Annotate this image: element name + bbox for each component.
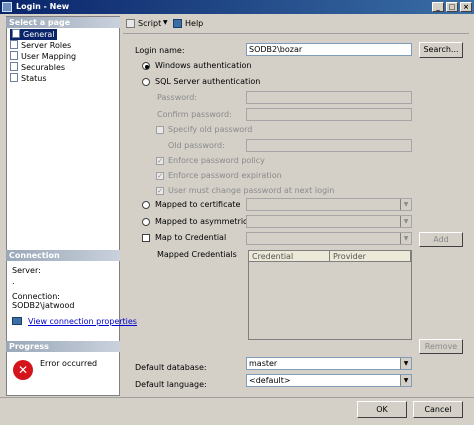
old-password-label: Old password: <box>168 141 225 150</box>
script-button[interactable]: Script <box>138 19 161 28</box>
login-name-label: Login name: <box>135 46 185 55</box>
default-language-value: <default> <box>249 376 291 385</box>
default-language-label: Default language: <box>135 380 207 389</box>
app-icon <box>2 2 12 12</box>
default-database-label: Default database: <box>135 363 207 372</box>
map-to-credential-label: Map to Credential <box>155 233 227 242</box>
script-icon <box>126 19 135 28</box>
certificate-select[interactable]: ▼ <box>246 198 412 211</box>
default-language-select[interactable]: <default> ▼ <box>246 374 412 387</box>
page-general[interactable]: General <box>10 29 57 40</box>
enforce-policy-checkbox[interactable]: ✓ <box>156 157 164 165</box>
page-label: Status <box>21 74 47 83</box>
password-label: Password: <box>157 93 198 102</box>
page-icon <box>10 62 18 71</box>
credential-column-header[interactable]: Credential <box>249 251 330 262</box>
window-title: Login - New <box>16 2 70 11</box>
login-name-input[interactable]: SODB2\bozar <box>246 43 412 56</box>
progress-header: Progress <box>6 341 120 352</box>
progress-status: Error occurred <box>40 359 98 368</box>
page-securables[interactable]: Securables <box>10 62 65 73</box>
windows-auth-label: Windows authentication <box>155 61 252 70</box>
confirm-password-input[interactable] <box>246 108 412 121</box>
chevron-down-icon: ▼ <box>400 199 411 210</box>
toolbar-divider <box>123 33 469 34</box>
chevron-down-icon: ▼ <box>400 233 411 244</box>
page-icon <box>10 73 18 82</box>
close-button[interactable]: × <box>460 2 472 12</box>
page-label: General <box>23 30 55 39</box>
cancel-button[interactable]: Cancel <box>413 401 463 418</box>
map-to-credential-checkbox[interactable] <box>142 234 150 242</box>
ok-button[interactable]: OK <box>357 401 407 418</box>
sql-auth-radio[interactable] <box>142 78 150 86</box>
title-bar: Login - New <box>0 0 474 14</box>
minimize-button[interactable]: _ <box>432 2 444 12</box>
page-user-mapping[interactable]: User Mapping <box>10 51 76 62</box>
chevron-down-icon: ▼ <box>400 375 411 386</box>
default-database-select[interactable]: master ▼ <box>246 357 412 370</box>
server-value: . <box>12 277 15 286</box>
mapped-to-certificate-label: Mapped to certificate <box>155 200 241 209</box>
error-icon: ✕ <box>13 360 33 380</box>
mapped-credentials-grid[interactable]: Credential Provider <box>248 250 412 340</box>
provider-column-header[interactable]: Provider <box>330 251 411 262</box>
mapped-to-certificate-radio[interactable] <box>142 201 150 209</box>
help-button[interactable]: Help <box>185 19 203 28</box>
default-database-value: master <box>249 359 278 368</box>
must-change-label: User must change password at next login <box>168 186 335 195</box>
enforce-expiration-checkbox[interactable]: ✓ <box>156 172 164 180</box>
enforce-policy-label: Enforce password policy <box>168 156 265 165</box>
connection-label: Connection: <box>12 292 60 301</box>
server-label: Server: <box>12 266 41 275</box>
maximize-button[interactable]: □ <box>446 2 458 12</box>
mapped-to-asym-key-radio[interactable] <box>142 218 150 226</box>
connection-properties-icon <box>12 317 22 325</box>
page-label: Securables <box>21 63 66 72</box>
page-label: User Mapping <box>21 52 77 61</box>
enforce-expiration-label: Enforce password expiration <box>168 171 282 180</box>
page-label: Server Roles <box>21 41 72 50</box>
page-status[interactable]: Status <box>10 73 47 84</box>
password-input[interactable] <box>246 91 412 104</box>
windows-auth-radio[interactable] <box>142 62 150 70</box>
page-icon <box>10 51 18 60</box>
connection-header: Connection <box>6 250 120 261</box>
remove-credential-button[interactable]: Remove <box>419 339 463 354</box>
chevron-down-icon: ▼ <box>400 358 411 369</box>
script-dropdown-icon[interactable]: ▼ <box>163 19 168 26</box>
help-icon <box>173 19 182 28</box>
connection-value: SODB2\jatwood <box>12 301 75 310</box>
select-page-header: Select a page <box>6 17 120 28</box>
page-icon <box>10 40 18 49</box>
page-server-roles[interactable]: Server Roles <box>10 40 71 51</box>
confirm-password-label: Confirm password: <box>157 110 232 119</box>
view-connection-properties-link[interactable]: View connection properties <box>28 317 137 326</box>
sql-auth-label: SQL Server authentication <box>155 77 261 86</box>
page-icon <box>12 29 20 38</box>
specify-old-password-label: Specify old password <box>168 125 253 134</box>
add-credential-button[interactable]: Add <box>419 232 463 247</box>
search-button[interactable]: Search... <box>419 42 463 58</box>
chevron-down-icon: ▼ <box>400 216 411 227</box>
credential-select[interactable]: ▼ <box>246 232 412 245</box>
mapped-credentials-label: Mapped Credentials <box>157 250 237 259</box>
asym-key-select[interactable]: ▼ <box>246 215 412 228</box>
specify-old-password-checkbox[interactable] <box>156 126 164 134</box>
must-change-checkbox[interactable]: ✓ <box>156 187 164 195</box>
old-password-input[interactable] <box>246 139 412 152</box>
